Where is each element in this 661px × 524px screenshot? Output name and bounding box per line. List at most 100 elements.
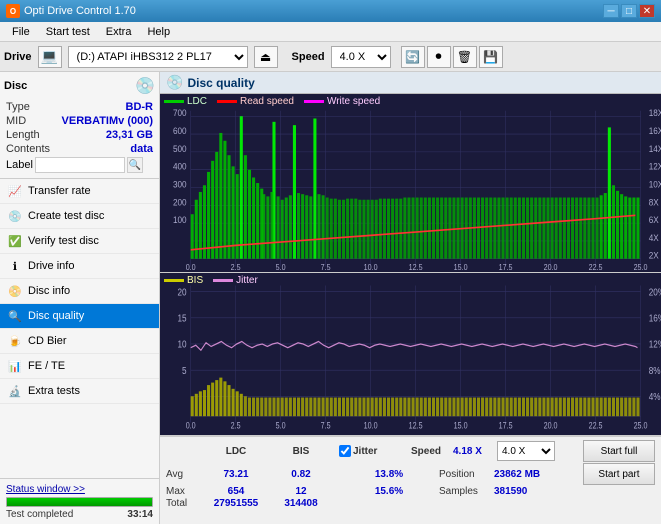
drive-label: Drive <box>4 51 32 63</box>
start-part-button[interactable]: Start part <box>583 463 655 485</box>
drive-icon: 💻 <box>38 46 62 68</box>
svg-text:25.0: 25.0 <box>634 421 648 431</box>
svg-text:15.0: 15.0 <box>454 421 468 431</box>
sidebar-item-drive-info[interactable]: ℹ Drive info <box>0 254 159 279</box>
sidebar-item-create-test-disc[interactable]: 💿 Create test disc <box>0 204 159 229</box>
svg-text:12%: 12% <box>649 339 661 350</box>
sidebar-item-label-fe-te: FE / TE <box>28 360 65 372</box>
read-speed-legend: Read speed <box>217 96 294 107</box>
menu-file[interactable]: File <box>4 25 38 39</box>
disc-section: Disc 💿 Type BD-R MID VERBATIMv (000) Len… <box>0 72 159 179</box>
svg-text:15: 15 <box>177 313 186 324</box>
ldc-legend-label: LDC <box>187 96 207 107</box>
eject-button[interactable]: ⏏ <box>254 46 278 68</box>
sidebar-item-verify-test-disc[interactable]: ✅ Verify test disc <box>0 229 159 254</box>
jitter-legend: Jitter <box>213 275 258 286</box>
speed-col-value: 4.18 X <box>453 446 493 457</box>
jitter-legend-label: Jitter <box>236 275 258 286</box>
sidebar-item-transfer-rate[interactable]: 📈 Transfer rate <box>0 179 159 204</box>
record-icon-btn[interactable]: ⏺ <box>427 46 451 68</box>
nav-items: 📈 Transfer rate 💿 Create test disc ✅ Ver… <box>0 179 159 478</box>
sidebar-item-fe-te[interactable]: 📊 FE / TE <box>0 354 159 379</box>
drive-toolbar-icons: 🔄 ⏺ 🗑 💾 <box>401 46 503 68</box>
svg-text:25.0: 25.0 <box>634 263 648 272</box>
drive-info-icon: ℹ <box>8 259 22 273</box>
bottom-speed-select[interactable]: 4.0 X <box>497 441 555 461</box>
sidebar-item-label-create-test-disc: Create test disc <box>28 210 104 222</box>
samples-label: Samples <box>439 486 494 497</box>
svg-text:600: 600 <box>173 126 187 136</box>
app-icon: O <box>6 4 20 18</box>
svg-text:200: 200 <box>173 197 187 207</box>
main-content: Disc 💿 Type BD-R MID VERBATIMv (000) Len… <box>0 72 661 524</box>
save-icon-btn[interactable]: 💾 <box>479 46 503 68</box>
svg-text:17.5: 17.5 <box>499 421 513 431</box>
menu-start-test[interactable]: Start test <box>38 25 98 39</box>
sidebar-item-disc-info[interactable]: 📀 Disc info <box>0 279 159 304</box>
erase-icon-btn[interactable]: 🗑 <box>453 46 477 68</box>
menu-extra[interactable]: Extra <box>98 25 140 39</box>
titlebar: O Opti Drive Control 1.70 ─ □ ✕ <box>0 0 661 22</box>
drive-select[interactable]: (D:) ATAPI iHBS312 2 PL17 <box>68 46 248 68</box>
position-label: Position <box>439 469 494 480</box>
svg-text:100: 100 <box>173 215 187 225</box>
disc-header: Disc 💿 <box>4 76 155 96</box>
close-button[interactable]: ✕ <box>639 4 655 18</box>
menubar: File Start test Extra Help <box>0 22 661 42</box>
svg-text:12.5: 12.5 <box>409 263 423 272</box>
svg-text:12X: 12X <box>649 161 661 171</box>
svg-text:500: 500 <box>173 144 187 154</box>
status-window-button[interactable]: Status window >> <box>6 484 85 495</box>
disc-length-row: Length 23,31 GB <box>4 128 155 142</box>
minimize-button[interactable]: ─ <box>603 4 619 18</box>
chart1-container: LDC Read speed Write speed <box>160 94 661 273</box>
svg-text:5.0: 5.0 <box>276 263 286 272</box>
disc-label-button[interactable]: 🔍 <box>127 157 143 173</box>
svg-text:16X: 16X <box>649 126 661 136</box>
disc-mid-row: MID VERBATIMv (000) <box>4 114 155 128</box>
chart2-legend: BIS Jitter <box>164 275 258 286</box>
bis-legend-label: BIS <box>187 275 203 286</box>
disc-label-input[interactable] <box>35 157 125 173</box>
sidebar: Disc 💿 Type BD-R MID VERBATIMv (000) Len… <box>0 72 160 524</box>
progress-bar-container <box>6 497 153 507</box>
disc-quality-icon: 🔍 <box>8 309 22 323</box>
jitter-col-header: Jitter <box>353 446 403 457</box>
refresh-icon-btn[interactable]: 🔄 <box>401 46 425 68</box>
avg-ldc: 73.21 <box>201 469 271 480</box>
disc-length-value: 23,31 GB <box>106 129 153 141</box>
disc-length-label: Length <box>6 129 40 141</box>
speed-select[interactable]: 4.0 X <box>331 46 391 68</box>
jitter-checkbox[interactable] <box>339 445 351 457</box>
max-label: Max <box>166 486 201 497</box>
start-full-button[interactable]: Start full <box>583 440 655 462</box>
cd-bier-icon: 🍺 <box>8 334 22 348</box>
sidebar-item-label-extra-tests: Extra tests <box>28 385 80 397</box>
sidebar-item-cd-bier[interactable]: 🍺 CD Bier <box>0 329 159 354</box>
sidebar-item-disc-quality[interactable]: 🔍 Disc quality <box>0 304 159 329</box>
svg-text:2.5: 2.5 <box>231 263 241 272</box>
maximize-button[interactable]: □ <box>621 4 637 18</box>
app-title: Opti Drive Control 1.70 <box>24 5 136 17</box>
disc-label-label: Label <box>6 159 33 171</box>
svg-text:7.5: 7.5 <box>321 263 331 272</box>
svg-text:12.5: 12.5 <box>409 421 423 431</box>
svg-text:10: 10 <box>177 339 186 350</box>
disc-mid-value: VERBATIMv (000) <box>62 115 153 127</box>
sidebar-item-extra-tests[interactable]: 🔬 Extra tests <box>0 379 159 404</box>
menu-help[interactable]: Help <box>139 25 178 39</box>
content-header-title: Disc quality <box>187 76 254 90</box>
disc-type-row: Type BD-R <box>4 100 155 114</box>
sidebar-item-label-transfer-rate: Transfer rate <box>28 185 91 197</box>
avg-bis: 0.82 <box>271 469 331 480</box>
position-value: 23862 MB <box>494 469 540 480</box>
max-bis: 12 <box>271 486 331 497</box>
sidebar-item-label-disc-quality: Disc quality <box>28 310 84 322</box>
sidebar-item-label-disc-info: Disc info <box>28 285 70 297</box>
status-section: Status window >> Test completed 33:14 <box>0 478 159 524</box>
svg-text:20.0: 20.0 <box>544 421 558 431</box>
sidebar-item-label-drive-info: Drive info <box>28 260 74 272</box>
ldc-col-header: LDC <box>201 446 271 457</box>
status-text: Test completed <box>6 509 73 520</box>
create-test-disc-icon: 💿 <box>8 209 22 223</box>
